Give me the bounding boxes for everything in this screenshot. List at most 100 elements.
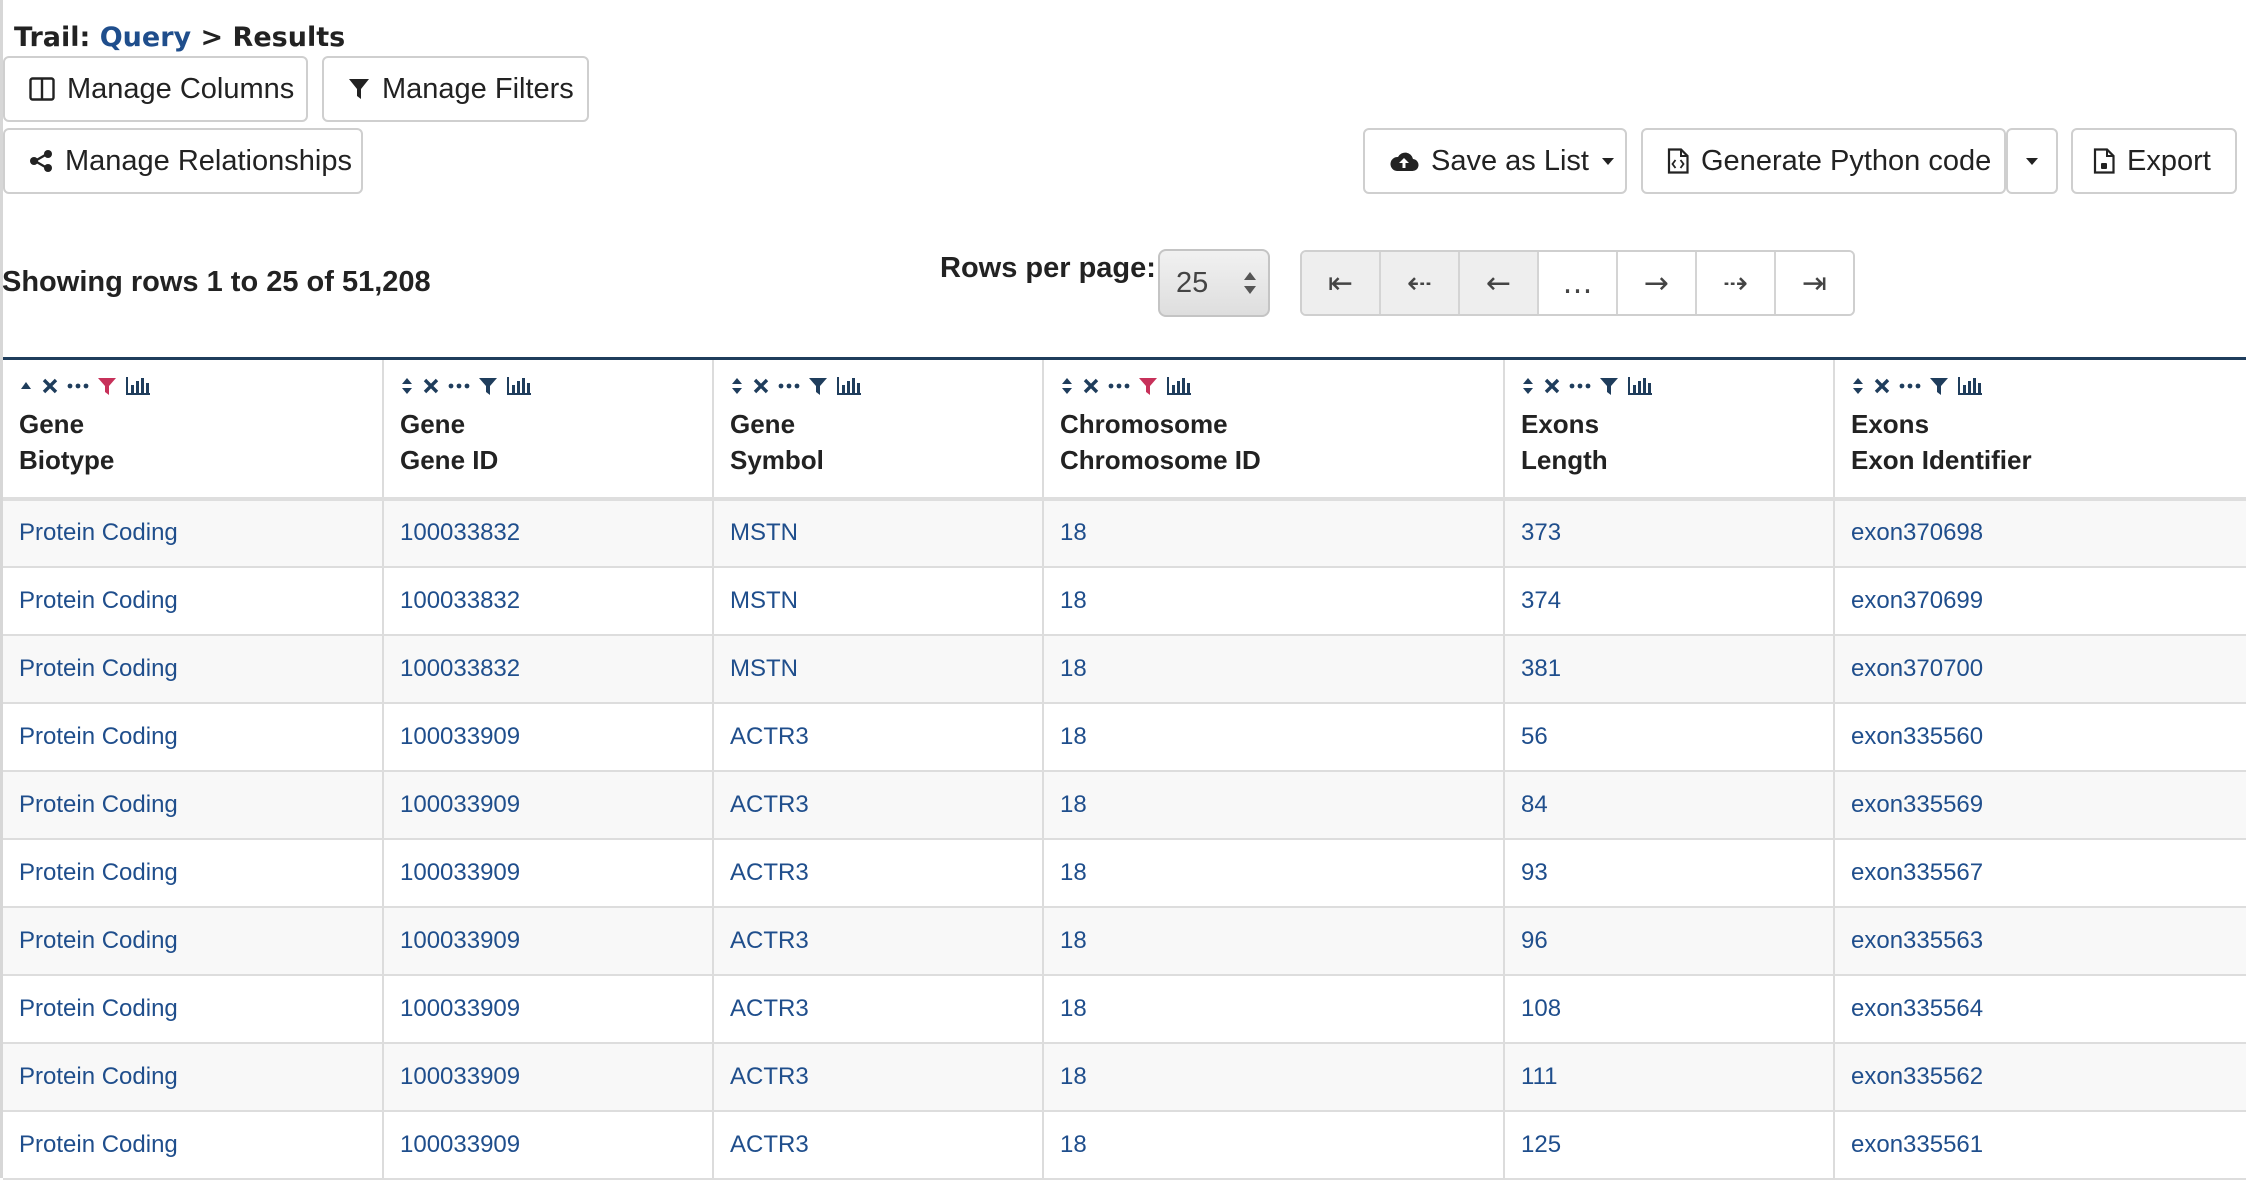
cell-gene-biotype[interactable]: Protein Coding bbox=[3, 634, 384, 704]
save-as-list-button[interactable]: Save as List bbox=[1363, 128, 1627, 194]
cell-exon-length[interactable]: 93 bbox=[1504, 838, 1835, 908]
breadcrumb-query-link[interactable]: Query bbox=[100, 22, 191, 53]
summary-chart-icon[interactable] bbox=[1957, 376, 1983, 396]
more-options-icon[interactable] bbox=[1108, 381, 1130, 391]
cell-exon-identifier[interactable]: exon370699 bbox=[1834, 566, 2246, 636]
rows-per-page-select[interactable]: 25 bbox=[1158, 249, 1270, 317]
cell-gene-symbol[interactable]: MSTN bbox=[713, 566, 1044, 636]
cell-gene-symbol[interactable]: MSTN bbox=[713, 634, 1044, 704]
cell-gene-symbol[interactable]: ACTR3 bbox=[713, 1110, 1044, 1180]
cell-gene-biotype[interactable]: Protein Coding bbox=[3, 906, 384, 976]
filter-icon[interactable] bbox=[478, 376, 498, 396]
cell-chromosome-id[interactable]: 18 bbox=[1043, 634, 1505, 704]
more-options-icon[interactable] bbox=[67, 381, 89, 391]
cell-gene-biotype[interactable]: Protein Coding bbox=[3, 498, 384, 568]
cell-exon-length[interactable]: 125 bbox=[1504, 1110, 1835, 1180]
first-page-button[interactable]: ⇤ bbox=[1302, 252, 1381, 314]
cell-exon-identifier[interactable]: exon335567 bbox=[1834, 838, 2246, 908]
summary-chart-icon[interactable] bbox=[1166, 376, 1192, 396]
manage-relationships-button[interactable]: Manage Relationships bbox=[3, 128, 363, 194]
cell-chromosome-id[interactable]: 18 bbox=[1043, 838, 1505, 908]
cell-gene-id[interactable]: 100033909 bbox=[383, 838, 714, 908]
cell-exon-identifier[interactable]: exon335561 bbox=[1834, 1110, 2246, 1180]
cell-gene-symbol[interactable]: MSTN bbox=[713, 498, 1044, 568]
cell-exon-length[interactable]: 56 bbox=[1504, 702, 1835, 772]
cell-gene-id[interactable]: 100033832 bbox=[383, 498, 714, 568]
more-options-icon[interactable] bbox=[778, 381, 800, 391]
cell-exon-length[interactable]: 84 bbox=[1504, 770, 1835, 840]
cell-gene-id[interactable]: 100033909 bbox=[383, 770, 714, 840]
summary-chart-icon[interactable] bbox=[836, 376, 862, 396]
remove-column-icon[interactable] bbox=[752, 377, 770, 395]
cell-exon-identifier[interactable]: exon370700 bbox=[1834, 634, 2246, 704]
sort-icon[interactable] bbox=[1521, 376, 1535, 396]
cell-exon-identifier[interactable]: exon335562 bbox=[1834, 1042, 2246, 1112]
cell-gene-symbol[interactable]: ACTR3 bbox=[713, 906, 1044, 976]
cell-exon-identifier[interactable]: exon335564 bbox=[1834, 974, 2246, 1044]
cell-exon-identifier[interactable]: exon370698 bbox=[1834, 498, 2246, 568]
cell-gene-symbol[interactable]: ACTR3 bbox=[713, 702, 1044, 772]
more-options-icon[interactable] bbox=[448, 381, 470, 391]
sort-icon[interactable] bbox=[400, 376, 414, 396]
filter-icon[interactable] bbox=[808, 376, 828, 396]
previous-page-button[interactable]: ← bbox=[1460, 252, 1539, 314]
cell-exon-length[interactable]: 96 bbox=[1504, 906, 1835, 976]
cell-chromosome-id[interactable]: 18 bbox=[1043, 770, 1505, 840]
previous-pages-button[interactable]: ⇠ bbox=[1381, 252, 1460, 314]
manage-filters-button[interactable]: Manage Filters bbox=[322, 56, 589, 122]
cell-gene-biotype[interactable]: Protein Coding bbox=[3, 770, 384, 840]
cell-chromosome-id[interactable]: 18 bbox=[1043, 974, 1505, 1044]
cell-exon-length[interactable]: 373 bbox=[1504, 498, 1835, 568]
cell-chromosome-id[interactable]: 18 bbox=[1043, 566, 1505, 636]
more-options-icon[interactable] bbox=[1899, 381, 1921, 391]
cell-exon-identifier[interactable]: exon335569 bbox=[1834, 770, 2246, 840]
remove-column-icon[interactable] bbox=[1543, 377, 1561, 395]
remove-column-icon[interactable] bbox=[1873, 377, 1891, 395]
cell-gene-biotype[interactable]: Protein Coding bbox=[3, 1110, 384, 1180]
cell-exon-length[interactable]: 111 bbox=[1504, 1042, 1835, 1112]
summary-chart-icon[interactable] bbox=[125, 376, 151, 396]
cell-gene-id[interactable]: 100033909 bbox=[383, 702, 714, 772]
cell-gene-biotype[interactable]: Protein Coding bbox=[3, 1042, 384, 1112]
cell-gene-id[interactable]: 100033909 bbox=[383, 1110, 714, 1180]
remove-column-icon[interactable] bbox=[1082, 377, 1100, 395]
cell-chromosome-id[interactable]: 18 bbox=[1043, 702, 1505, 772]
cell-gene-biotype[interactable]: Protein Coding bbox=[3, 702, 384, 772]
cell-exon-identifier[interactable]: exon335560 bbox=[1834, 702, 2246, 772]
remove-column-icon[interactable] bbox=[41, 377, 59, 395]
cell-gene-id[interactable]: 100033832 bbox=[383, 634, 714, 704]
sort-asc-icon[interactable] bbox=[19, 379, 33, 393]
cell-chromosome-id[interactable]: 18 bbox=[1043, 498, 1505, 568]
last-page-button[interactable]: ⇥ bbox=[1776, 252, 1853, 314]
cell-gene-id[interactable]: 100033832 bbox=[383, 566, 714, 636]
cell-gene-biotype[interactable]: Protein Coding bbox=[3, 566, 384, 636]
cell-gene-symbol[interactable]: ACTR3 bbox=[713, 770, 1044, 840]
cell-gene-id[interactable]: 100033909 bbox=[383, 1042, 714, 1112]
generate-code-options-dropdown[interactable] bbox=[2006, 128, 2058, 194]
cell-chromosome-id[interactable]: 18 bbox=[1043, 1110, 1505, 1180]
generate-python-code-button[interactable]: Generate Python code bbox=[1641, 128, 2006, 194]
next-page-button[interactable]: → bbox=[1618, 252, 1697, 314]
cell-exon-identifier[interactable]: exon335563 bbox=[1834, 906, 2246, 976]
manage-columns-button[interactable]: Manage Columns bbox=[3, 56, 308, 122]
filter-active-icon[interactable] bbox=[97, 376, 117, 396]
cell-gene-biotype[interactable]: Protein Coding bbox=[3, 838, 384, 908]
cell-chromosome-id[interactable]: 18 bbox=[1043, 906, 1505, 976]
cell-gene-symbol[interactable]: ACTR3 bbox=[713, 974, 1044, 1044]
filter-icon[interactable] bbox=[1929, 376, 1949, 396]
cell-exon-length[interactable]: 374 bbox=[1504, 566, 1835, 636]
cell-exon-length[interactable]: 381 bbox=[1504, 634, 1835, 704]
summary-chart-icon[interactable] bbox=[506, 376, 532, 396]
cell-gene-symbol[interactable]: ACTR3 bbox=[713, 838, 1044, 908]
filter-icon[interactable] bbox=[1599, 376, 1619, 396]
cell-gene-biotype[interactable]: Protein Coding bbox=[3, 974, 384, 1044]
more-options-icon[interactable] bbox=[1569, 381, 1591, 391]
sort-icon[interactable] bbox=[1060, 376, 1074, 396]
next-pages-button[interactable]: ⇢ bbox=[1697, 252, 1776, 314]
cell-gene-id[interactable]: 100033909 bbox=[383, 906, 714, 976]
cell-gene-symbol[interactable]: ACTR3 bbox=[713, 1042, 1044, 1112]
sort-icon[interactable] bbox=[730, 376, 744, 396]
summary-chart-icon[interactable] bbox=[1627, 376, 1653, 396]
sort-icon[interactable] bbox=[1851, 376, 1865, 396]
remove-column-icon[interactable] bbox=[422, 377, 440, 395]
